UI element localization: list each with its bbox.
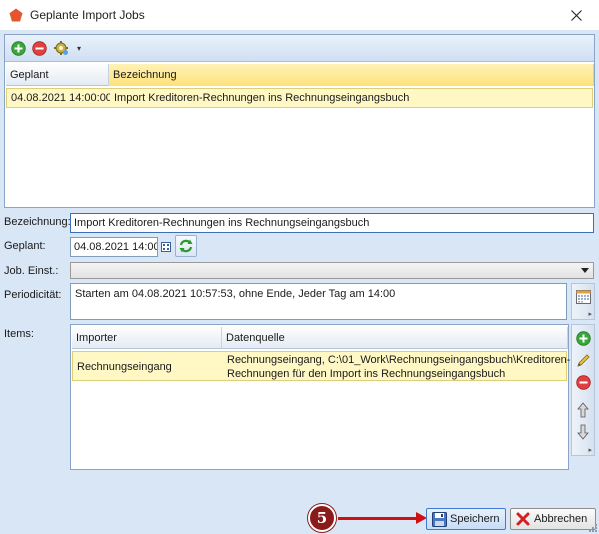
floppy-disk-icon [431,511,447,527]
move-up-icon [577,402,589,418]
column-header-geplant[interactable]: Geplant [6,64,109,86]
jobs-panel: ▾ Geplant Bezeichnung 04.08.2021 14:00:0… [4,34,595,208]
job-einst-select[interactable] [70,262,594,279]
settings-icon [54,41,68,55]
bezeichnung-label: Bezeichnung: [4,216,71,228]
move-up-button[interactable] [574,401,592,419]
add-item-button[interactable] [574,329,592,347]
pentagon-app-icon [9,8,23,22]
edit-item-button[interactable] [574,351,592,369]
toolbar-overflow-button[interactable]: ▾ [77,44,81,53]
calendar-icon [160,242,171,252]
column-header-bezeichnung[interactable]: Bezeichnung [109,64,594,86]
calendar-grid-icon [575,289,591,304]
add-icon [10,40,26,56]
close-button[interactable] [553,0,599,30]
cancel-button-label: Abbrechen [534,513,588,525]
table-row[interactable]: Rechnungseingang Rechnungseingang, C:\01… [72,351,571,381]
geplant-label: Geplant: [4,240,46,252]
items-grid: Importer Datenquelle Rechnungseingang Re… [70,324,571,470]
column-header-importer[interactable]: Importer [72,327,222,349]
items-label: Items: [4,328,34,340]
jobs-toolbar: ▾ [5,35,594,62]
close-icon [570,9,582,21]
save-button-label: Speichern [450,513,500,525]
move-down-icon [577,424,589,440]
periodicitaet-side-panel: ▸ [571,283,595,320]
items-side-toolbar: ▸ [571,324,595,456]
jobs-grid-header: Geplant Bezeichnung [6,64,594,86]
cell-geplant: 04.08.2021 14:00:00 [11,92,110,104]
add-icon [575,330,591,346]
column-header-datenquelle[interactable]: Datenquelle [222,327,568,349]
bezeichnung-field[interactable]: Import Kreditoren-Rechnungen ins Rechnun… [70,213,594,233]
geplant-date-field[interactable]: 04.08.2021 14:00 [70,237,158,257]
window-title: Geplante Import Jobs [30,8,145,22]
table-row[interactable]: 04.08.2021 14:00:00 Import Kreditoren-Re… [6,88,593,108]
date-picker-button[interactable] [158,237,173,257]
remove-job-button[interactable] [31,40,47,56]
remove-icon [575,374,591,390]
cancel-button[interactable]: Abbrechen [510,508,596,530]
move-down-button[interactable] [574,423,592,441]
remove-item-button[interactable] [574,373,592,391]
cancel-x-icon [515,511,531,527]
periodicitaet-field[interactable]: Starten am 04.08.2021 10:57:53, ohne End… [70,283,567,320]
schedule-button[interactable] [574,287,592,305]
save-button[interactable]: Speichern [426,508,506,530]
job-einst-label: Job. Einst.: [4,265,59,277]
remove-icon [31,40,47,56]
cell-datenquelle-line1: Rechnungseingang, C:\01_Work\Rechnungsei… [227,354,571,366]
cell-bezeichnung: Import Kreditoren-Rechnungen ins Rechnun… [114,92,410,104]
resize-grip-icon[interactable] [587,522,597,532]
items-grid-header: Importer Datenquelle [72,327,568,349]
edit-pencil-icon [576,353,590,367]
dialog-client-area: ▾ Geplant Bezeichnung 04.08.2021 14:00:0… [0,30,599,534]
annotation-arrow-shaft [338,517,420,520]
add-job-button[interactable] [10,40,26,56]
cell-importer: Rechnungseingang [77,361,172,373]
expand-arrow-icon: ▸ [588,311,592,318]
chevron-down-icon [581,268,589,273]
cell-datenquelle-line2: Rechnungen für den Import ins Rechnungse… [227,368,506,380]
refresh-button[interactable] [175,235,197,257]
job-settings-button[interactable] [53,40,69,56]
title-bar: Geplante Import Jobs [0,0,599,30]
expand-arrow-icon: ▸ [588,447,592,454]
refresh-icon [179,239,193,253]
step-annotation-badge: 5 [308,504,336,532]
periodicitaet-label: Periodicität: [4,289,62,301]
